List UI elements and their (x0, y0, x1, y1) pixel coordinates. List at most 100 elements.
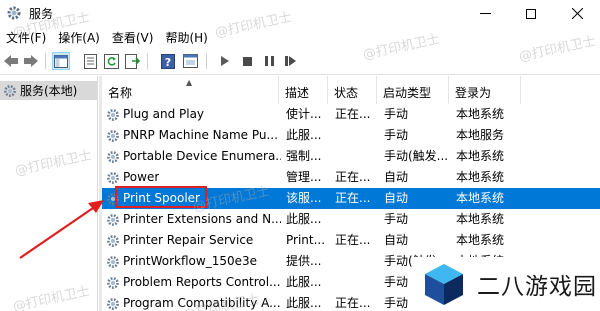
svg-text:?: ? (165, 56, 171, 69)
service-row[interactable]: Printer Repair Service Print... 正在... 自动 本地系… (102, 230, 600, 251)
forward-button[interactable] (22, 52, 40, 70)
toolbar-separator (206, 53, 207, 69)
column-header-description[interactable]: 描述 (279, 76, 328, 104)
minimize-icon (479, 13, 491, 14)
service-logon-as: 本地系统 (456, 191, 505, 205)
service-name: Power (123, 170, 160, 184)
service-logon-as: 本地服务 (456, 128, 505, 142)
service-description: 该服... (286, 191, 322, 205)
properties-icon (83, 53, 97, 69)
stop-service-button[interactable] (238, 52, 256, 70)
sort-ascending-icon: ▲ (186, 78, 193, 87)
site-logo: 二八游戏园 (413, 257, 600, 311)
service-name: Portable Device Enumera... (123, 149, 281, 163)
service-description: 使计... (286, 107, 322, 121)
service-status: 正在... (335, 233, 371, 247)
service-status (335, 146, 379, 167)
close-button[interactable] (554, 0, 600, 27)
service-description: 此服... (286, 275, 322, 289)
restart-service-icon (284, 56, 296, 66)
service-logon-as: 本地系统 (456, 233, 505, 247)
gear-icon (4, 84, 16, 97)
gear-icon (107, 297, 119, 310)
service-row[interactable]: Power 管理... 正在... 自动 本地系统 (102, 167, 600, 188)
help-button[interactable]: ? (159, 52, 177, 70)
console-tree: 服务(本地) (0, 76, 98, 311)
tree-item-label: 服务(本地) (20, 84, 78, 98)
close-icon (571, 8, 583, 19)
pause-service-icon (264, 56, 274, 66)
service-status (335, 209, 379, 230)
snap-in-button[interactable] (181, 52, 199, 70)
start-service-button[interactable] (216, 52, 234, 70)
toolbar-separator (45, 53, 46, 69)
maximize-button[interactable] (508, 0, 554, 27)
gear-icon (107, 234, 119, 247)
service-name-cell: PNRP Machine Name Pu... (106, 125, 281, 146)
maximize-icon (526, 8, 536, 19)
restart-service-button[interactable] (281, 52, 299, 70)
gear-icon (107, 276, 119, 289)
tree-item-services-local[interactable]: 服务(本地) (0, 81, 97, 100)
column-header-logon-as[interactable]: 登录为 (449, 76, 521, 104)
toolbar-separator (147, 53, 148, 69)
service-row[interactable]: PNRP Machine Name Pu... 此服... 手动 本地服务 (102, 125, 600, 146)
service-startup-type: 自动 (384, 170, 409, 184)
console-tree-button[interactable] (52, 52, 70, 70)
gear-icon (107, 213, 119, 226)
service-description: 管理... (286, 170, 322, 184)
service-name-cell: Printer Repair Service (106, 230, 281, 251)
gear-icon (107, 150, 119, 163)
service-name: PNRP Machine Name Pu... (123, 128, 278, 142)
gear-icon (107, 255, 119, 268)
gear-icon (107, 171, 119, 184)
service-status (335, 125, 379, 146)
properties-button[interactable] (81, 52, 99, 70)
service-description: 此服... (286, 212, 322, 226)
minimize-button[interactable] (462, 0, 508, 27)
stop-service-icon (242, 56, 252, 66)
service-status: 正在... (335, 107, 371, 121)
refresh-icon (103, 53, 119, 69)
pause-service-button[interactable] (260, 52, 278, 70)
service-logon-as: 本地系统 (456, 212, 505, 226)
toolbar: ? (0, 47, 600, 75)
service-name: Plug and Play (123, 107, 205, 121)
service-row[interactable]: Plug and Play 使计... 正在... 手动 本地系统 (102, 104, 600, 125)
services-app-icon (7, 6, 21, 20)
service-status (335, 251, 379, 272)
service-name: PrintWorkflow_150e3e (123, 254, 258, 268)
start-service-icon (221, 56, 229, 66)
service-status: 正在... (335, 296, 371, 310)
service-description: 此服... (286, 296, 322, 310)
help-icon: ? (161, 53, 175, 69)
menu-bar: 文件(F) 操作(A) 查看(V) 帮助(H) (0, 27, 600, 46)
service-startup-type: 手动(触发... (384, 149, 449, 163)
menu-help[interactable]: 帮助(H) (159, 27, 213, 46)
back-button[interactable] (2, 52, 20, 70)
service-startup-type: 自动 (384, 191, 409, 205)
logo-text: 二八游戏园 (477, 274, 597, 300)
column-header-status[interactable]: 状态 (328, 76, 377, 104)
cube-logo-icon (425, 264, 463, 305)
export-list-button[interactable] (123, 52, 141, 70)
gear-icon (107, 129, 119, 142)
service-status (335, 272, 379, 293)
service-row[interactable]: Printer Extensions and N... 此服... 手动 本地系统 (102, 209, 600, 230)
export-list-icon (124, 53, 140, 69)
refresh-button[interactable] (102, 52, 120, 70)
service-description: 提供... (286, 254, 322, 268)
snap-in-icon (182, 54, 198, 68)
service-description: 此服... (286, 128, 322, 142)
menu-view[interactable]: 查看(V) (106, 27, 160, 46)
service-row[interactable]: Portable Device Enumera... 强制... 手动(触发... 本… (102, 146, 600, 167)
service-description: Print... (286, 233, 326, 247)
service-logon-as: 本地系统 (456, 170, 505, 184)
service-logon-as: 本地系统 (456, 107, 505, 121)
service-description: 强制... (286, 149, 322, 163)
service-startup-type: 手动 (384, 128, 409, 142)
column-header-startup-type[interactable]: 启动类型 (377, 76, 449, 104)
service-status: 正在... (335, 170, 371, 184)
service-logon-as: 本地系统 (456, 149, 505, 163)
service-startup-type: 手动 (384, 107, 409, 121)
